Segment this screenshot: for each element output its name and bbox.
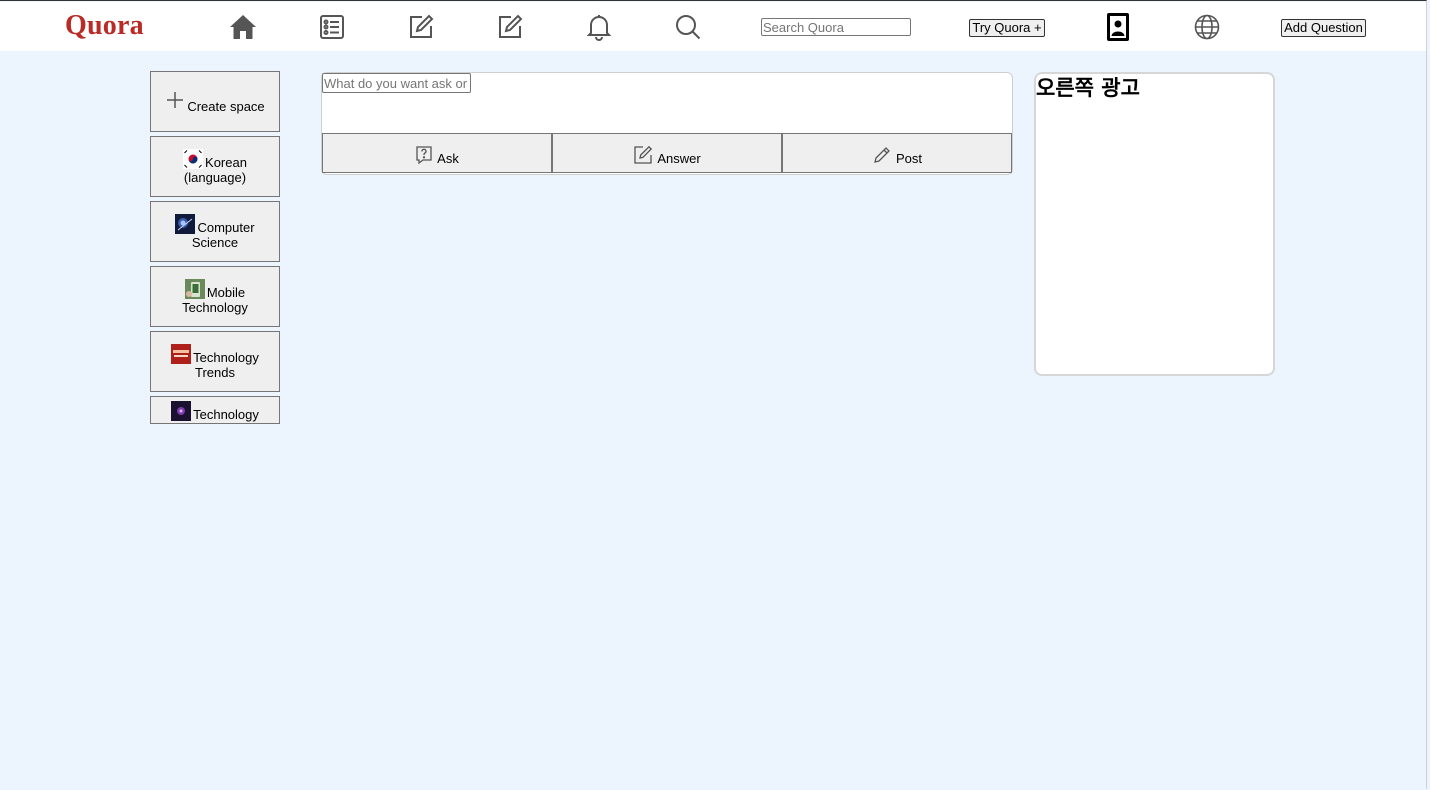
space-item-mobile-technology[interactable]: Mobile Technology xyxy=(150,266,280,327)
post-label: Post xyxy=(895,151,922,166)
computer-science-thumb xyxy=(175,213,196,234)
tech-trends-thumb xyxy=(171,343,192,364)
top-navbar: Quora Try Quora + Add Question xyxy=(0,2,1426,51)
list-icon[interactable] xyxy=(317,12,347,42)
globe-icon[interactable] xyxy=(1192,12,1222,42)
profile-icon[interactable] xyxy=(1103,12,1133,42)
edit-icon[interactable] xyxy=(495,12,525,42)
create-space-label: Create space xyxy=(187,98,265,114)
ask-label: Ask xyxy=(437,151,459,166)
plus-icon xyxy=(167,91,184,108)
ask-input[interactable] xyxy=(322,73,471,93)
space-item-content: Computer Science xyxy=(151,213,279,250)
post-pencil-icon xyxy=(874,147,890,163)
space-item-korean[interactable]: Korean (language) xyxy=(150,136,280,197)
edit-icon[interactable] xyxy=(406,12,436,42)
try-quora-plus-button[interactable]: Try Quora + xyxy=(969,19,1045,37)
ad-title: 오른쪽 광고 xyxy=(1036,76,1140,100)
add-question-button[interactable]: Add Question xyxy=(1281,19,1366,37)
answer-edit-icon xyxy=(634,145,653,164)
question-composer: Ask Answer Post xyxy=(321,72,1013,175)
space-item-technology-trends[interactable]: Technology Trends xyxy=(150,331,280,392)
space-label: Technology xyxy=(193,407,259,422)
home-icon[interactable] xyxy=(228,12,258,42)
ask-button[interactable]: Ask xyxy=(322,133,552,173)
answer-label: Answer xyxy=(657,151,701,166)
create-space-content: Create space xyxy=(151,90,279,114)
post-button[interactable]: Post xyxy=(782,133,1012,173)
space-item-content: Mobile Technology xyxy=(151,278,279,315)
space-item-content: Technology xyxy=(151,401,279,422)
space-item-technology[interactable]: Technology xyxy=(150,396,280,424)
space-item-content: Technology Trends xyxy=(151,343,279,380)
mobile-tech-thumb xyxy=(184,278,205,299)
space-label: Technology Trends xyxy=(193,349,259,380)
space-label: Computer Science xyxy=(191,219,255,250)
page-frame: Quora Try Quora + Add Question xyxy=(0,0,1427,789)
ask-question-icon xyxy=(416,146,432,165)
quora-logo[interactable]: Quora xyxy=(65,10,144,42)
space-item-computer-science[interactable]: Computer Science xyxy=(150,201,280,262)
space-item-content: Korean (language) xyxy=(151,148,279,185)
bell-icon[interactable] xyxy=(584,12,614,42)
answer-button[interactable]: Answer xyxy=(552,133,782,173)
create-space-button[interactable]: Create space xyxy=(150,71,280,132)
korea-flag-icon xyxy=(183,148,204,169)
technology-thumb xyxy=(171,401,192,421)
search-input[interactable] xyxy=(761,18,911,36)
search-icon[interactable] xyxy=(673,12,703,42)
right-ad-panel: 오른쪽 광고 xyxy=(1034,72,1275,376)
